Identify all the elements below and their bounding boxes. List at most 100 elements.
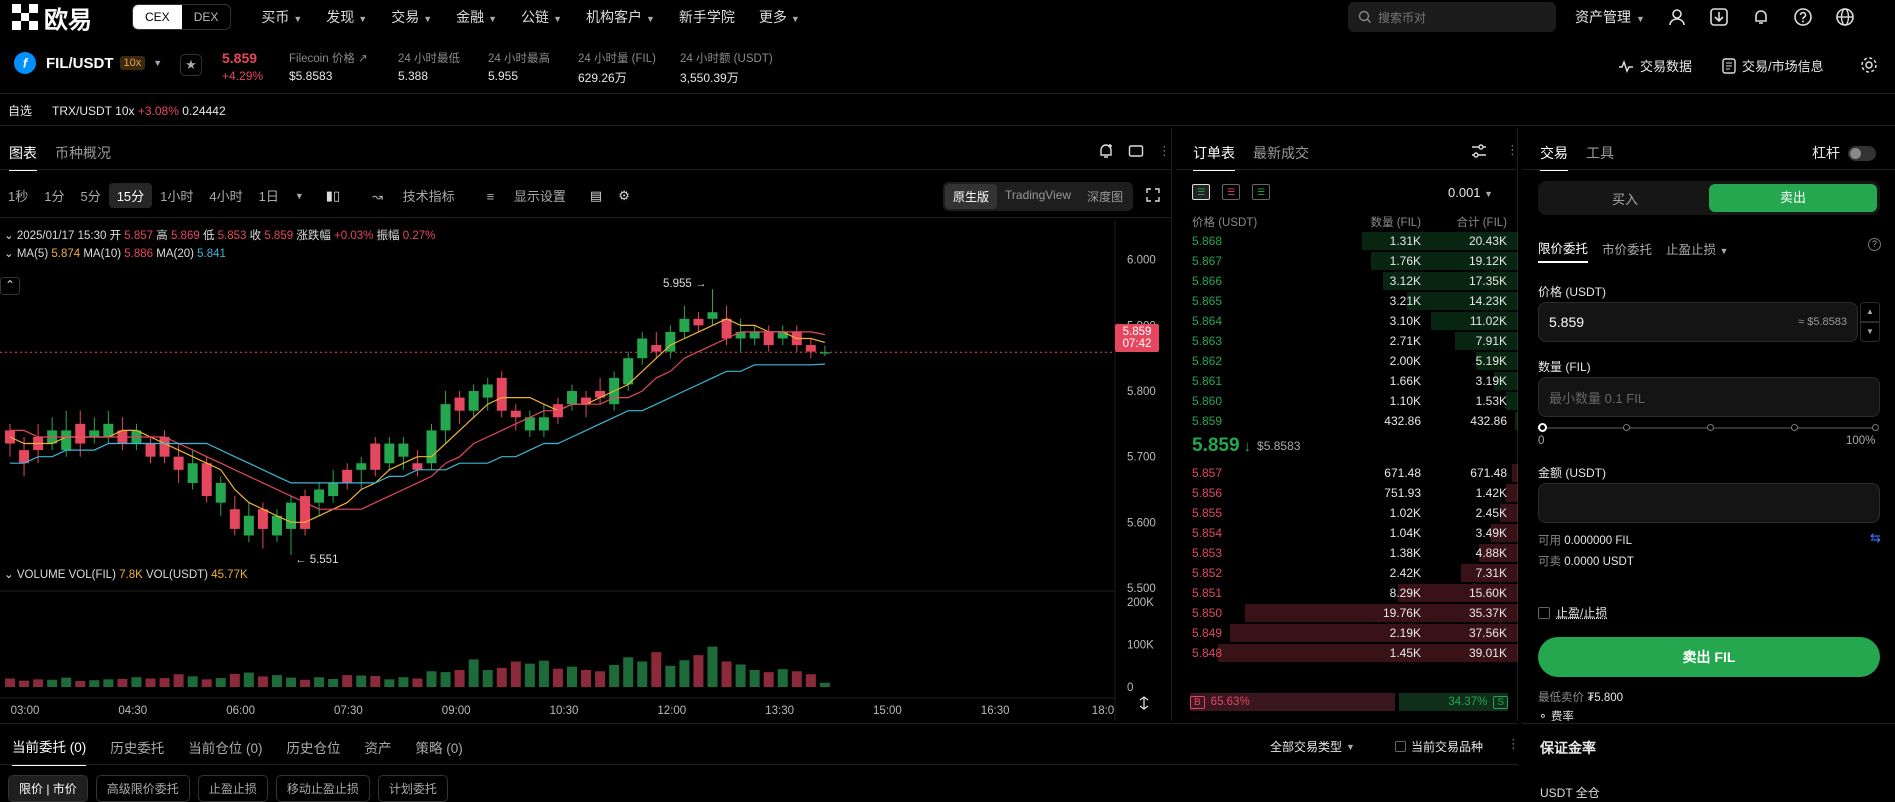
slider-tick[interactable] (1707, 424, 1714, 431)
order-type-market[interactable]: 市价委托 (1602, 239, 1652, 262)
snapshot-icon[interactable]: ▤ (582, 185, 610, 207)
subtab-limit-market[interactable]: 限价 | 市价 (8, 775, 88, 802)
settings-gear-icon[interactable] (1860, 56, 1878, 74)
candle-type-icon[interactable]: ▮▯ (318, 185, 348, 207)
menu-chain[interactable]: 公链 ▼ (521, 7, 562, 27)
drag-handle-icon[interactable]: ⋮ (1158, 143, 1171, 159)
ask-row[interactable]: 5.868 1.31K 20.43K (1176, 231, 1518, 251)
ask-row[interactable]: 5.861 1.66K 3.19K (1176, 371, 1518, 391)
view-both-icon[interactable]: ☰ (1192, 184, 1210, 200)
fullscreen-icon[interactable] (1146, 188, 1160, 202)
ask-row[interactable]: 5.862 2.00K 5.19K (1176, 351, 1518, 371)
bid-row[interactable]: 5.855 1.02K 2.45K (1176, 503, 1518, 523)
view-bids-icon[interactable]: ☰ (1252, 184, 1270, 200)
view-asks-icon[interactable]: ☰ (1222, 184, 1240, 200)
menu-academy[interactable]: 新手学院 (679, 7, 735, 27)
view-depth[interactable]: 深度图 (1079, 184, 1131, 209)
sell-tab[interactable]: 卖出 (1709, 184, 1877, 212)
tpsl-checkbox[interactable]: 止盈/止损 (1538, 604, 1607, 621)
checkbox-icon[interactable] (1395, 741, 1406, 752)
quantity-input[interactable]: 最小数量 0.1 FIL (1538, 377, 1880, 417)
timeframe-1h[interactable]: 1小时 (152, 183, 201, 208)
menu-institutional[interactable]: 机构客户 ▼ (586, 7, 655, 27)
subtab-tpsl[interactable]: 止盈止损 (198, 775, 268, 802)
tab-orderbook[interactable]: 订单表 (1193, 143, 1235, 171)
ask-row[interactable]: 5.867 1.76K 19.12K (1176, 251, 1518, 271)
bid-row[interactable]: 5.853 1.38K 4.88K (1176, 543, 1518, 563)
menu-buy-crypto[interactable]: 买币 ▼ (261, 7, 302, 27)
subtab-trigger[interactable]: 计划委托 (378, 775, 448, 802)
order-type-limit[interactable]: 限价委托 (1538, 238, 1588, 263)
view-tradingview[interactable]: TradingView (997, 184, 1079, 209)
price-input[interactable]: 5.859 ≈ $5.8583 (1538, 302, 1858, 342)
bid-row[interactable]: 5.856 751.93 1.42K (1176, 483, 1518, 503)
globe-icon[interactable] (1835, 7, 1855, 27)
download-icon[interactable] (1709, 7, 1729, 27)
slider-tick[interactable] (1791, 424, 1798, 431)
candlestick-chart[interactable]: 6.0005.9005.8005.7005.6005.500200K100K00… (0, 220, 1172, 721)
tab-open-orders[interactable]: 当前委托 (0) (12, 736, 86, 766)
slider-tick[interactable] (1623, 424, 1630, 431)
asset-management-menu[interactable]: 资产管理 ▼ (1575, 7, 1645, 27)
menu-finance[interactable]: 金融 ▼ (456, 7, 497, 27)
tab-order-history[interactable]: 历史委托 (110, 737, 164, 765)
subtab-advanced-limit[interactable]: 高级限价委托 (96, 775, 190, 802)
window-icon[interactable] (1128, 143, 1144, 159)
slider-handle[interactable] (1538, 423, 1547, 432)
auto-scale-icon[interactable] (1137, 696, 1151, 710)
bell-icon[interactable] (1751, 7, 1771, 27)
bid-row[interactable]: 5.852 2.42K 7.31K (1176, 563, 1518, 583)
collapse-chevron-icon[interactable]: ⌄ (4, 569, 14, 581)
dex-toggle[interactable]: DEX (182, 5, 231, 29)
favorites-label[interactable]: 自选 (8, 102, 32, 119)
tab-positions[interactable]: 当前仓位 (0) (188, 737, 262, 765)
tab-recent-trades[interactable]: 最新成交 (1253, 143, 1309, 171)
help-icon[interactable] (1793, 7, 1813, 27)
ask-row[interactable]: 5.865 3.21K 14.23K (1176, 291, 1518, 311)
bid-row[interactable]: 5.848 1.45K 39.01K (1176, 643, 1518, 663)
timeframe-1m[interactable]: 1分 (36, 183, 72, 208)
timeframe-more-chevron-icon[interactable]: ▼ (287, 188, 312, 204)
trade-type-filter[interactable]: 全部交易类型 ▼ (1270, 738, 1355, 755)
slider-tick[interactable] (1872, 424, 1879, 431)
tab-tools[interactable]: 工具 (1586, 143, 1614, 171)
bid-row[interactable]: 5.854 1.04K 3.49K (1176, 523, 1518, 543)
ask-row[interactable]: 5.864 3.10K 11.02K (1176, 311, 1518, 331)
subtab-trailing-stop[interactable]: 移动止盈止损 (276, 775, 370, 802)
price-down-icon[interactable]: ▼ (1860, 322, 1880, 342)
tab-strategies[interactable]: 策略 (0) (416, 737, 463, 765)
order-type-tpsl[interactable]: 止盈止损 ▼ (1666, 239, 1728, 262)
drag-handle-icon[interactable]: ⋮ (1507, 736, 1520, 752)
ask-row[interactable]: 5.866 3.12K 17.35K (1176, 271, 1518, 291)
bid-row[interactable]: 5.849 2.19K 37.56K (1176, 623, 1518, 643)
ask-row[interactable]: 5.863 2.71K 7.91K (1176, 331, 1518, 351)
ask-row[interactable]: 5.859 432.86 432.86 (1176, 411, 1518, 431)
quantity-slider[interactable] (1542, 427, 1876, 429)
search-box[interactable]: 搜索币对 (1348, 2, 1556, 32)
leverage-toggle[interactable]: 杠杆 (1812, 143, 1876, 163)
ask-row[interactable]: 5.860 1.10K 1.53K (1176, 391, 1518, 411)
stat-filecoin-price[interactable]: Filecoin 价格 ↗ $5.8583 (289, 50, 368, 83)
favorite-star-icon[interactable]: ★ (180, 54, 202, 76)
filter-sliders-icon[interactable] (1471, 143, 1487, 159)
tick-size-select[interactable]: 0.001 ▼ (1448, 185, 1493, 200)
transfer-icon[interactable]: ⇆ (1870, 530, 1881, 546)
buy-tab[interactable]: 买入 (1541, 189, 1709, 208)
user-icon[interactable] (1667, 7, 1687, 27)
tab-chart[interactable]: 图表 (9, 143, 37, 171)
timeframe-1d[interactable]: 1日 (251, 183, 287, 208)
bid-row[interactable]: 5.850 19.76K 35.37K (1176, 603, 1518, 623)
view-native[interactable]: 原生版 (945, 184, 997, 209)
timeframe-4h[interactable]: 4小时 (201, 183, 250, 208)
sell-fil-button[interactable]: 卖出 FIL (1538, 637, 1880, 677)
menu-more[interactable]: 更多 ▼ (759, 7, 800, 27)
favorite-item-trx[interactable]: TRX/USDT 10x +3.08% 0.24442 (52, 104, 226, 118)
checkbox-icon[interactable] (1538, 607, 1550, 619)
menu-trade[interactable]: 交易 ▼ (391, 7, 432, 27)
price-up-icon[interactable]: ▲ (1860, 302, 1880, 322)
timeframe-15m[interactable]: 15分 (109, 183, 152, 208)
tab-position-history[interactable]: 历史仓位 (287, 737, 341, 765)
display-settings-button[interactable]: ≡ 显示设置 (471, 183, 582, 208)
timeframe-1s[interactable]: 1秒 (0, 183, 36, 208)
current-pair-filter[interactable]: 当前交易品种 (1395, 738, 1483, 755)
